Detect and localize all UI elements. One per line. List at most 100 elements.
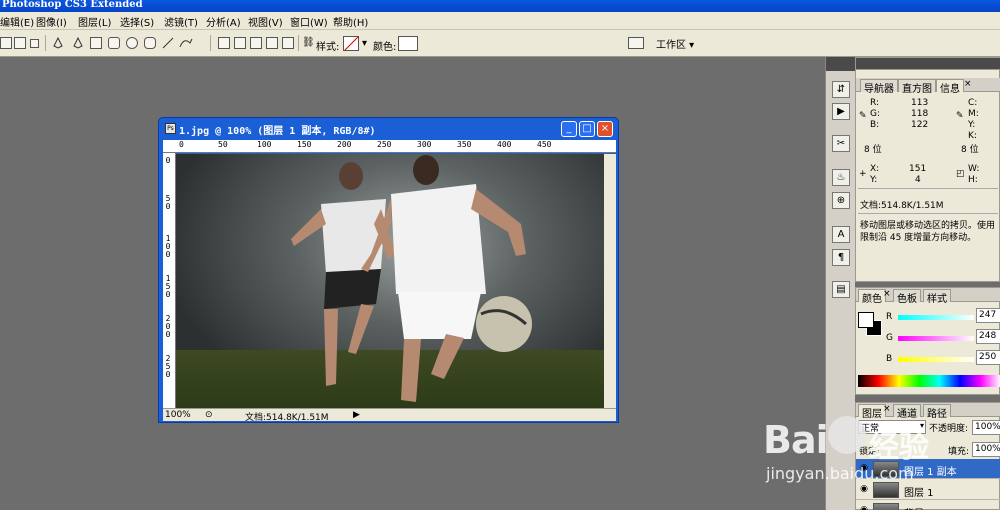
close-button[interactable]: × (597, 121, 613, 137)
style-dropdown-icon[interactable]: ▾ (362, 38, 367, 49)
tab-layers[interactable]: 图层 (858, 404, 886, 420)
eye-icon[interactable]: ◉ (858, 505, 870, 510)
blue-value-input[interactable]: 250 (976, 350, 1000, 365)
b-label: B: (870, 120, 880, 130)
options-bar: ⛓ 样式: ▾ 颜色: 工作区 ▾ (0, 30, 1000, 57)
b-value: 122 (911, 120, 929, 130)
status-icon[interactable]: ⊙ (205, 410, 213, 420)
menu-layer[interactable]: 图层(L) (78, 14, 111, 29)
color-g-label: G (886, 333, 893, 343)
fill-label: 填充: (948, 447, 970, 457)
close-tab-icon[interactable]: × (964, 79, 972, 89)
menu-window[interactable]: 窗口(W) (290, 14, 328, 29)
tab-navigator[interactable]: 导航器 (860, 79, 898, 95)
soccer-players-photo (291, 155, 532, 402)
tab-info[interactable]: 信息 (936, 79, 964, 95)
color-spectrum-bar[interactable] (858, 375, 1000, 387)
new-shape-layer-icon[interactable] (218, 37, 230, 49)
link-icon[interactable]: ⛓ (302, 37, 315, 49)
rect-select-icon[interactable] (0, 37, 12, 49)
minimize-button[interactable]: _ (561, 121, 577, 137)
zoom-level[interactable]: 100% (165, 410, 191, 420)
layer-row[interactable]: ◉ 背景 (856, 501, 1000, 510)
ruler-tick: 5 0 (165, 194, 171, 211)
polygon-icon[interactable] (144, 37, 156, 49)
foreground-color-swatch[interactable] (858, 312, 874, 328)
close-tab-icon[interactable]: × (883, 404, 891, 414)
character-icon[interactable]: A (832, 226, 850, 243)
ellipse-icon[interactable] (126, 37, 138, 49)
workspace-button[interactable]: 工作区 ▾ (656, 36, 702, 52)
history-icon[interactable]: ⇵ (832, 81, 850, 98)
menu-filter[interactable]: 滤镜(T) (164, 14, 198, 29)
rectangle-shape-icon[interactable] (90, 37, 102, 49)
maximize-button[interactable]: □ (579, 121, 595, 137)
tab-swatches[interactable]: 色板 (893, 289, 921, 305)
info-tabs: 导航器 直方图 信息 × (856, 78, 1000, 95)
line-icon[interactable] (162, 37, 174, 49)
pen-icon[interactable] (52, 36, 64, 49)
subtract-shape-area-icon[interactable] (250, 37, 262, 49)
ruler-tick: 1 5 0 (165, 274, 171, 299)
layer-row[interactable]: ◉ 图层 1 (856, 480, 1000, 500)
clone-source-icon[interactable]: ⊕ (832, 192, 850, 209)
vertical-scrollbar[interactable] (604, 154, 616, 408)
tab-styles[interactable]: 样式 (923, 289, 951, 305)
image-canvas[interactable] (176, 154, 604, 408)
brushes-icon[interactable]: ♨ (832, 169, 850, 186)
panel-header-bar[interactable] (856, 58, 1000, 70)
color-swatch[interactable] (398, 36, 418, 51)
size-box-icon: ◰ (956, 169, 965, 179)
layer-comps-icon[interactable]: ▤ (832, 281, 850, 298)
status-menu-arrow-icon[interactable]: ▶ (353, 410, 360, 420)
eye-icon[interactable]: ◉ (858, 484, 870, 496)
marquee-options-icon[interactable] (14, 37, 26, 49)
tab-channels[interactable]: 通道 (893, 404, 921, 420)
menu-image[interactable]: 图像(I) (36, 14, 67, 29)
separator (210, 35, 211, 51)
exclude-shape-area-icon[interactable] (282, 37, 294, 49)
red-value-input[interactable]: 247 (976, 308, 1000, 323)
k-label: K: (968, 131, 977, 141)
opacity-input[interactable]: 100% (972, 420, 1000, 435)
rounded-rect-icon[interactable] (108, 37, 120, 49)
document-status-bar: 100% ⊙ 文档:514.8K/1.51M ▶ (163, 408, 616, 423)
green-slider[interactable] (898, 336, 974, 341)
camera-icon[interactable] (628, 37, 644, 49)
horizontal-ruler[interactable]: 0 50 100 150 200 250 300 350 400 450 (163, 140, 616, 153)
menu-view[interactable]: 视图(V) (248, 14, 283, 29)
red-slider[interactable] (898, 315, 974, 320)
menu-select[interactable]: 选择(S) (120, 14, 154, 29)
ruler-tick: 350 (457, 140, 472, 149)
tab-histogram[interactable]: 直方图 (898, 79, 936, 95)
menu-analysis[interactable]: 分析(A) (206, 14, 241, 29)
vertical-ruler[interactable]: 0 5 0 1 0 0 1 5 0 2 0 0 2 5 0 (163, 153, 176, 408)
document-window[interactable]: Ps 1.jpg @ 100% (图层 1 副本, RGB/8#) _ □ × … (158, 117, 619, 423)
green-value-input[interactable]: 248 (976, 329, 1000, 344)
x-label: X: (870, 164, 880, 174)
actions-icon[interactable]: ▶ (832, 103, 850, 120)
info-panel: 导航器 直方图 信息 × ✎ R: 113 G: 118 B: 122 ✎ C:… (855, 57, 1000, 282)
style-picker[interactable] (343, 36, 359, 51)
menu-help[interactable]: 帮助(H) (333, 14, 368, 29)
intersect-shape-area-icon[interactable] (266, 37, 278, 49)
freeform-pen-icon[interactable] (72, 36, 84, 49)
app-title-bar: Photoshop CS3 Extended (0, 0, 1000, 12)
menu-edit[interactable]: 编辑(E) (0, 14, 34, 29)
fill-input[interactable]: 100% (972, 442, 1000, 457)
custom-shape-icon[interactable] (178, 37, 193, 49)
r-label: R: (870, 98, 880, 108)
tab-paths[interactable]: 路径 (923, 404, 951, 420)
dock-header[interactable] (826, 57, 856, 71)
document-icon: Ps (165, 123, 176, 134)
divider (858, 188, 998, 189)
small-square-icon[interactable] (30, 39, 39, 48)
add-shape-area-icon[interactable] (234, 37, 246, 49)
ruler-tick: 1 0 0 (165, 234, 171, 259)
paragraph-icon[interactable]: ¶ (832, 249, 850, 266)
tool-presets-icon[interactable]: ✂ (832, 135, 850, 152)
close-tab-icon[interactable]: × (883, 289, 891, 299)
blue-slider[interactable] (898, 357, 974, 362)
document-title: 1.jpg @ 100% (图层 1 副本, RGB/8#) (179, 126, 376, 137)
tab-color[interactable]: 颜色 (858, 289, 886, 305)
